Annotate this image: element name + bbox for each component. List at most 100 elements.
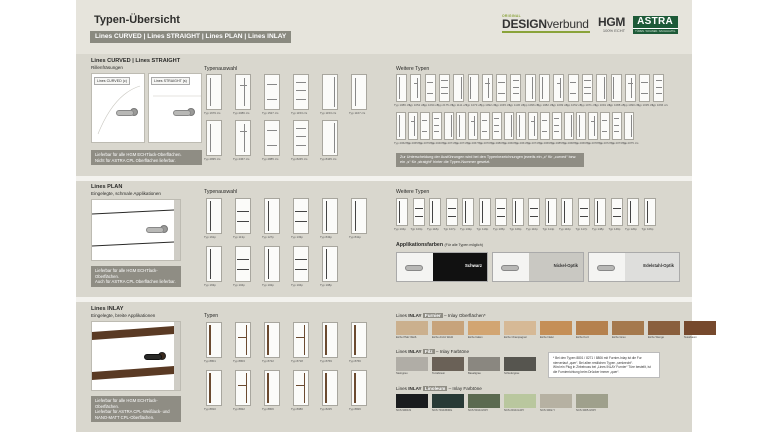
s1r1-door-3 [264,74,280,110]
filz-swatch-label: Steingrau [396,372,408,375]
s1w2-door-3 [420,112,430,140]
s3r1-door-label: Typ 8718 [291,359,303,363]
filz-swatch [504,357,536,371]
groove-line [399,200,400,224]
linoleum-swatch [468,394,500,408]
linoleum-swatch-label: NCS 2010-G40Y [504,409,525,412]
groove-line [267,201,269,231]
groove-line [630,200,631,224]
s1w2-door-5 [444,112,454,140]
photo-plan [91,199,181,261]
groove-line [296,336,305,339]
furnier-swatch-label: Eiche Grau [612,336,626,339]
s1w1-door-4 [438,74,450,102]
groove-line [541,77,543,99]
groove-line [295,221,307,223]
groove-line [547,200,549,224]
groove-line [267,83,277,85]
s1r1-door-label: Typ 1527 c/s [262,111,279,115]
s3r2-door-label: Typ 8080 [291,407,303,411]
s3r2-door-1 [206,370,222,406]
door-handle-icon [144,354,162,360]
groove-line [612,208,621,210]
s1w1-door-7 [481,74,493,102]
s1r2-door-label: Typ 2835 c/s [204,157,221,161]
groove-line [296,81,306,83]
s1w2-door-2 [408,112,418,140]
groove-line [655,80,663,81]
groove-line [441,80,448,81]
s1w1-door-10 [524,74,536,102]
groove-line [413,115,415,137]
groove-line [295,258,307,260]
groove-line [209,373,211,403]
furnier-swatch [468,321,500,335]
filz-swatch [432,357,464,371]
s2r1-door-6 [351,198,367,234]
s1w2-door-13 [540,112,550,140]
groove-line [597,200,598,224]
s3r1-door-label: Typ 8801 [204,359,216,363]
s3r1-door-1 [206,322,222,358]
furnier-direction-info: * Bei den Typen 8801 / 8271 / 8806 mit F… [548,352,660,379]
s1w2-door-label: Typ 2075 c/s [622,141,639,145]
s2r1-door-label: Typ 127p [262,235,274,239]
section3-subtitle: Eingelegte, breite Applikationen [91,313,156,318]
s1w2-door-16 [576,112,586,140]
s3r1-door-label: Typ 8722 [262,359,274,363]
s1w2-door-15 [564,112,574,140]
furnier-swatch-label: Eiche Arctic Weiß [432,336,454,339]
groove-line [570,114,572,138]
groove-line [470,120,475,122]
groove-line [434,118,440,119]
s1r2-door-label: Typ 8445 c/s [320,157,337,161]
groove-line [398,77,400,99]
s2w-door-label: Typ 104p [394,227,406,231]
groove-line [494,118,500,119]
applikation-label: Applikationsfarben (Für alle Typen mögli… [396,242,483,248]
s3r2-door-label: Typ 8826 [349,407,361,411]
s2r1-door-1 [206,198,222,234]
groove-line [628,82,633,84]
groove-line [237,221,249,223]
groove-line [494,131,500,132]
groove-line [434,124,440,126]
header: Typen-Übersicht Lines CURVED | Lines STR… [76,0,692,56]
s3r1-door-4 [293,322,309,358]
groove-line [458,115,460,137]
s2r1-door-label: Typ 843p [320,235,332,239]
door-handle-icon [173,110,191,116]
s3r1-door-3 [264,322,280,358]
groove-line [518,115,520,137]
s2w-door-4 [445,198,458,226]
groove-line [542,131,548,132]
groove-line [512,86,520,88]
groove-line [602,131,608,132]
applikation-swatch-label: Edelstahl-Optik [643,263,674,268]
s1w2-door-17 [588,112,598,140]
s1r1-door-label: Typ 1167 c/s [349,111,366,115]
s1w2-door-9 [492,112,502,140]
s1r1-door-1 [206,74,222,110]
furnier-swatch-label: Eiche Italien [468,336,483,339]
groove-line [498,81,505,83]
linoleum-swatch [396,394,428,408]
photo-curved: Lines CURVED (c) [91,73,145,143]
furnier-swatch-label: Eiche Pfalz Weiß [396,336,417,339]
groove-line [325,325,327,355]
groove-line [325,373,327,403]
groove-line [333,123,335,153]
groove-line [460,76,462,100]
groove-line [641,93,648,94]
groove-line [485,82,490,84]
groove-line [295,210,307,212]
s1w1-door-1 [396,74,407,102]
groove-line [413,82,419,84]
linoleum-swatch-label: NCS 9000-N [396,409,412,412]
groove-line [296,90,306,91]
groove-line [497,215,505,217]
groove-line [569,81,577,83]
groove-line [482,119,488,121]
s3r2-door-3 [264,370,280,406]
groove-line [354,373,356,403]
